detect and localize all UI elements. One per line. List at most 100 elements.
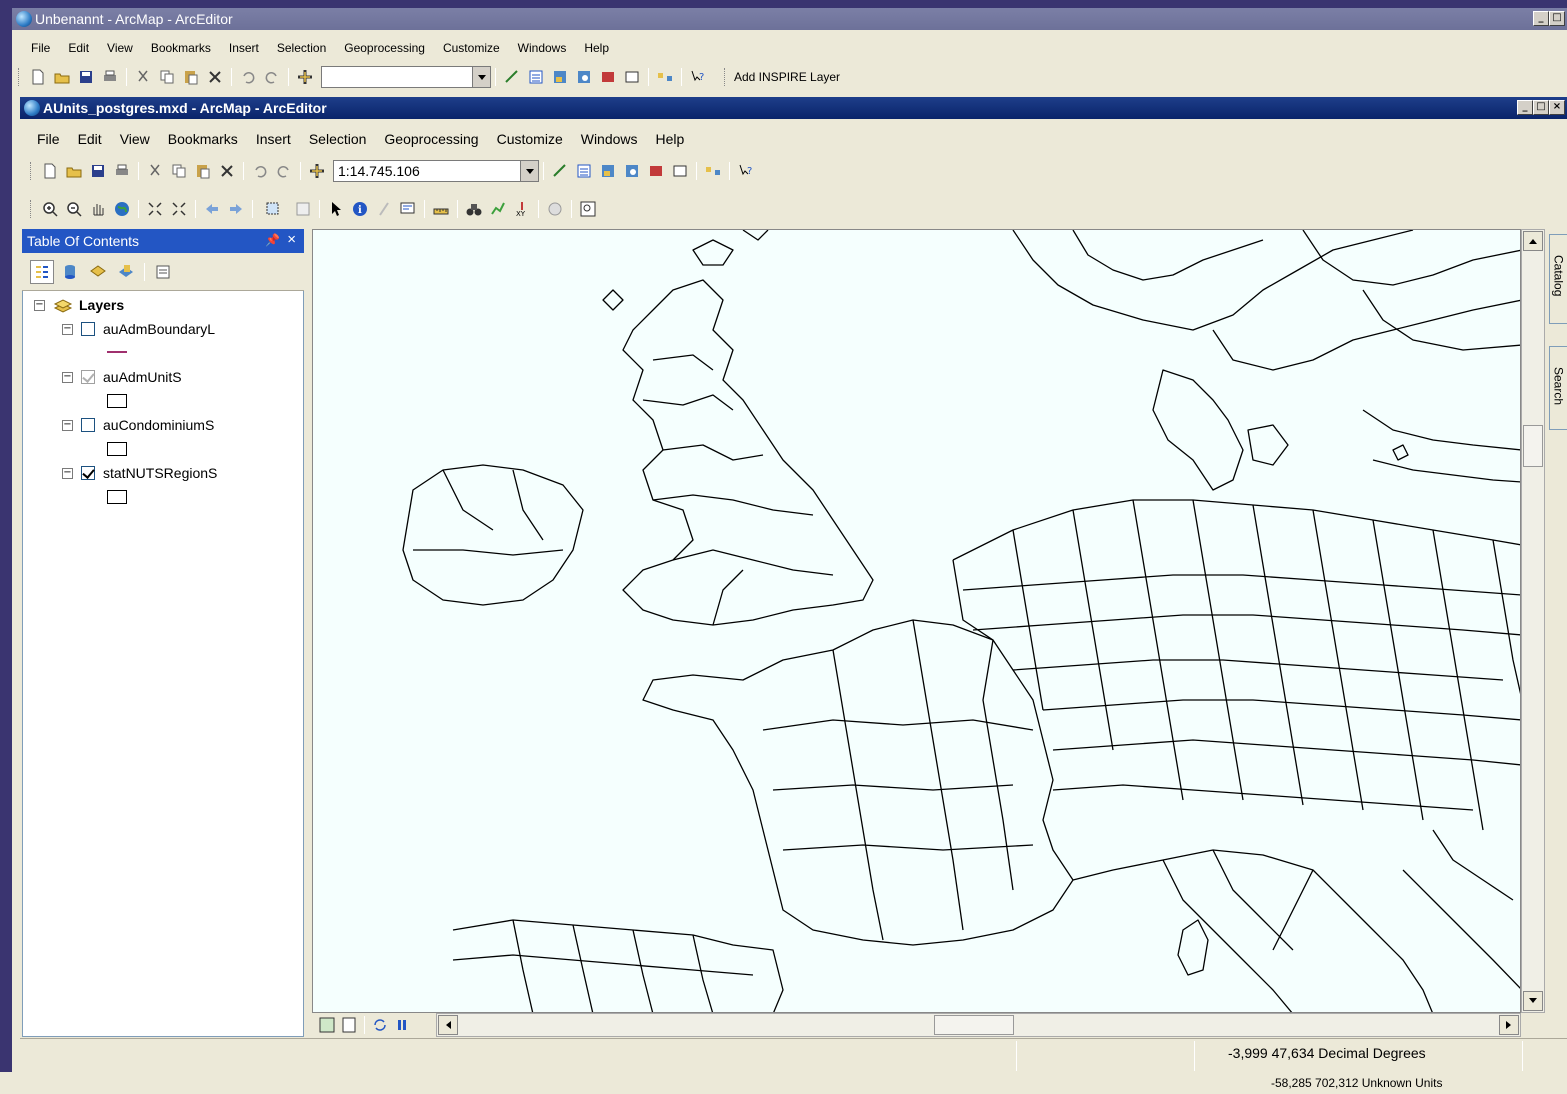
create-viewer-window-icon[interactable] (578, 199, 598, 219)
arctoolbox-icon[interactable] (598, 67, 618, 87)
copy-icon[interactable] (157, 67, 177, 87)
collapse-icon[interactable]: − (62, 371, 73, 383)
fixed-zoom-in-icon[interactable] (145, 199, 165, 219)
table-of-contents-icon[interactable] (526, 67, 546, 87)
editor-toolbar-icon[interactable] (502, 67, 522, 87)
minimize-button[interactable]: _ (1533, 11, 1549, 26)
maximize-button[interactable]: □ (1549, 11, 1565, 26)
zoom-out-icon[interactable] (64, 199, 84, 219)
chevron-down-icon[interactable] (472, 67, 490, 87)
collapse-icon[interactable]: − (62, 419, 73, 431)
find-route-icon[interactable] (488, 199, 508, 219)
layer-visibility-checkbox[interactable] (81, 466, 95, 480)
scroll-right-arrow-icon[interactable] (1499, 1015, 1519, 1035)
whats-this-help-icon[interactable]: ? (736, 161, 756, 181)
menu-edit[interactable]: Edit (69, 131, 111, 147)
fixed-zoom-out-icon[interactable] (169, 199, 189, 219)
save-icon[interactable] (88, 161, 108, 181)
inner-title-bar[interactable]: AUnits_postgres.mxd - ArcMap - ArcEditor… (20, 97, 1567, 119)
paste-icon[interactable] (193, 161, 213, 181)
select-elements-arrow-icon[interactable] (326, 199, 346, 219)
layer-visibility-checkbox[interactable] (81, 322, 95, 336)
menu-insert[interactable]: Insert (220, 41, 268, 55)
back-arrow-icon[interactable] (202, 199, 222, 219)
map-display[interactable] (312, 229, 1521, 1013)
time-slider-icon[interactable] (545, 199, 565, 219)
go-to-xy-icon[interactable]: XY (512, 199, 532, 219)
whats-this-help-icon[interactable]: ? (688, 67, 708, 87)
scroll-left-arrow-icon[interactable] (438, 1015, 458, 1035)
python-window-icon[interactable] (670, 161, 690, 181)
toolbar-grip[interactable] (30, 200, 34, 218)
list-by-visibility-icon[interactable] (86, 260, 110, 284)
full-extent-globe-icon[interactable] (112, 199, 132, 219)
minimize-button[interactable]: _ (1517, 100, 1533, 115)
map-scale-box[interactable]: 1:14.745.106 (333, 160, 539, 182)
save-icon[interactable] (76, 67, 96, 87)
outer-title-bar[interactable]: Unbenannt - ArcMap - ArcEditor _ □ (12, 8, 1567, 30)
menu-file[interactable]: File (22, 41, 59, 55)
menu-file[interactable]: File (28, 131, 69, 147)
outer-scale-box[interactable] (321, 66, 491, 88)
redo-icon[interactable] (274, 161, 294, 181)
editor-toolbar-icon[interactable] (550, 161, 570, 181)
cut-icon[interactable] (145, 161, 165, 181)
layers-group-row[interactable]: − Layers (34, 297, 124, 313)
layer-row-aucondominiums[interactable]: − auCondominiumS (62, 417, 214, 433)
open-folder-icon[interactable] (52, 67, 72, 87)
layer-visibility-checkbox[interactable] (81, 418, 95, 432)
add-data-icon[interactable] (307, 161, 327, 181)
modelbuilder-icon[interactable] (703, 161, 723, 181)
search-window-icon[interactable] (622, 161, 642, 181)
add-inspire-layer-button[interactable]: Add INSPIRE Layer (734, 70, 840, 84)
vertical-scroll-thumb[interactable] (1523, 425, 1543, 467)
arctoolbox-icon[interactable] (646, 161, 666, 181)
toolbar-grip[interactable] (724, 68, 728, 86)
catalog-dock-tab[interactable]: Catalog (1549, 234, 1567, 324)
html-popup-icon[interactable] (398, 199, 418, 219)
collapse-icon[interactable]: − (34, 299, 45, 311)
menu-selection[interactable]: Selection (268, 41, 335, 55)
list-by-source-icon[interactable] (58, 260, 82, 284)
find-binoculars-icon[interactable] (464, 199, 484, 219)
menu-help[interactable]: Help (575, 41, 618, 55)
collapse-icon[interactable]: − (62, 467, 73, 479)
catalog-window-icon[interactable] (550, 67, 570, 87)
menu-view[interactable]: View (98, 41, 142, 55)
line-symbol-swatch[interactable] (107, 351, 127, 353)
delete-icon[interactable] (217, 161, 237, 181)
modelbuilder-icon[interactable] (655, 67, 675, 87)
toc-options-icon[interactable] (151, 260, 175, 284)
collapse-icon[interactable]: − (62, 323, 73, 335)
toc-title-bar[interactable]: Table Of Contents 📌 × (22, 229, 304, 253)
python-window-icon[interactable] (622, 67, 642, 87)
catalog-window-icon[interactable] (598, 161, 618, 181)
map-vertical-scrollbar[interactable] (1521, 229, 1545, 1013)
pause-drawing-icon[interactable] (393, 1016, 411, 1034)
scroll-down-arrow-icon[interactable] (1523, 991, 1543, 1011)
print-icon[interactable] (112, 161, 132, 181)
pan-hand-icon[interactable] (88, 199, 108, 219)
forward-arrow-icon[interactable] (226, 199, 246, 219)
print-icon[interactable] (100, 67, 120, 87)
menu-windows[interactable]: Windows (572, 131, 647, 147)
zoom-in-icon[interactable] (40, 199, 60, 219)
horizontal-scroll-thumb[interactable] (934, 1015, 1014, 1035)
search-window-icon[interactable] (574, 67, 594, 87)
menu-customize[interactable]: Customize (488, 131, 572, 147)
list-by-selection-icon[interactable] (114, 260, 138, 284)
copy-icon[interactable] (169, 161, 189, 181)
select-features-icon[interactable] (259, 199, 289, 219)
data-view-icon[interactable] (318, 1016, 336, 1034)
measure-icon[interactable] (431, 199, 451, 219)
cut-icon[interactable] (133, 67, 153, 87)
layer-visibility-checkbox[interactable] (81, 370, 95, 384)
layer-row-statnutsregions[interactable]: − statNUTSRegionS (62, 465, 217, 481)
clear-selection-icon[interactable] (293, 199, 313, 219)
new-document-icon[interactable] (28, 67, 48, 87)
polygon-symbol-swatch[interactable] (107, 442, 127, 456)
menu-help[interactable]: Help (647, 131, 694, 147)
toolbar-grip[interactable] (18, 68, 22, 86)
refresh-icon[interactable] (371, 1016, 389, 1034)
polygon-symbol-swatch[interactable] (107, 394, 127, 408)
